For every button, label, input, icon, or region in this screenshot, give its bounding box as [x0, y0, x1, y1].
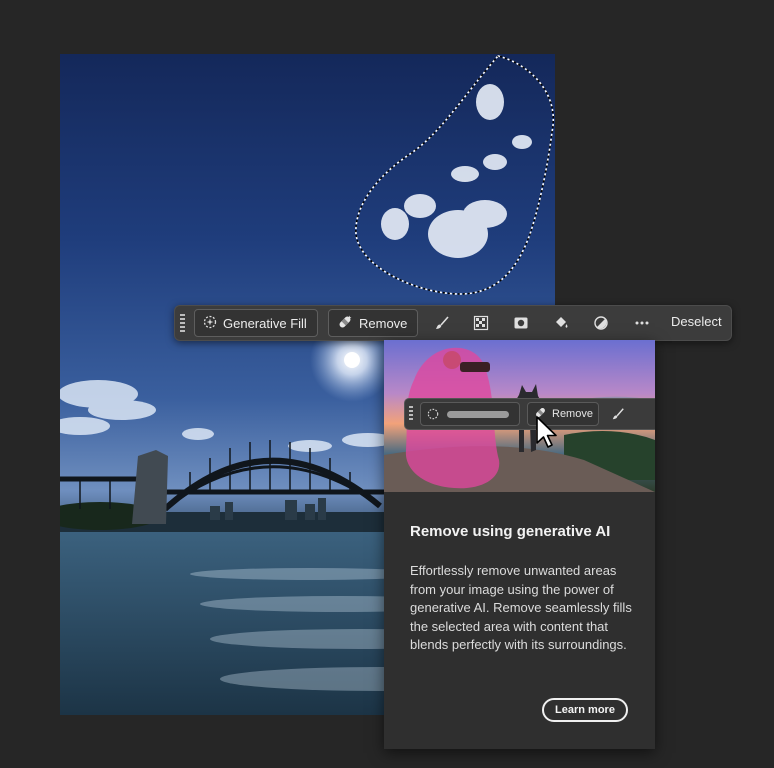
preview-generative-fill-icon — [427, 407, 439, 425]
remove-demo-preview: Remove — [384, 340, 655, 492]
generative-fill-label: Generative Fill — [223, 315, 307, 331]
preview-label-placeholder — [447, 411, 509, 418]
deselect-button[interactable]: Deselect — [671, 314, 722, 329]
preview-brush-icon — [611, 407, 625, 426]
panel-title: Remove using generative AI — [410, 523, 611, 540]
preview-generative-fill-button — [420, 402, 520, 426]
learn-more-button[interactable]: Learn more — [542, 698, 628, 722]
mouse-cursor-icon — [536, 416, 557, 448]
preview-task-bar: Remove — [404, 398, 655, 430]
brush-icon[interactable] — [433, 314, 451, 332]
generative-fill-icon — [203, 315, 217, 332]
paint-bucket-icon[interactable] — [552, 314, 570, 332]
panel-description: Effortlessly remove unwanted areas from … — [410, 563, 632, 652]
drag-handle[interactable] — [180, 314, 185, 332]
contextual-task-bar: Generative Fill Remove Deselect — [174, 305, 732, 341]
remove-bandage-icon — [337, 314, 353, 333]
remove-label: Remove — [359, 315, 408, 331]
checker-mask-icon[interactable] — [472, 314, 490, 332]
mask-icon[interactable] — [512, 314, 530, 332]
adjustment-icon[interactable] — [592, 314, 610, 332]
generative-fill-button[interactable]: Generative Fill — [194, 309, 318, 337]
more-icon[interactable] — [633, 314, 651, 332]
preview-drag-handle — [409, 406, 413, 422]
remove-button[interactable]: Remove — [328, 309, 419, 337]
remove-feature-tooltip-panel: Remove Remove using generative AI Effort… — [384, 340, 655, 749]
